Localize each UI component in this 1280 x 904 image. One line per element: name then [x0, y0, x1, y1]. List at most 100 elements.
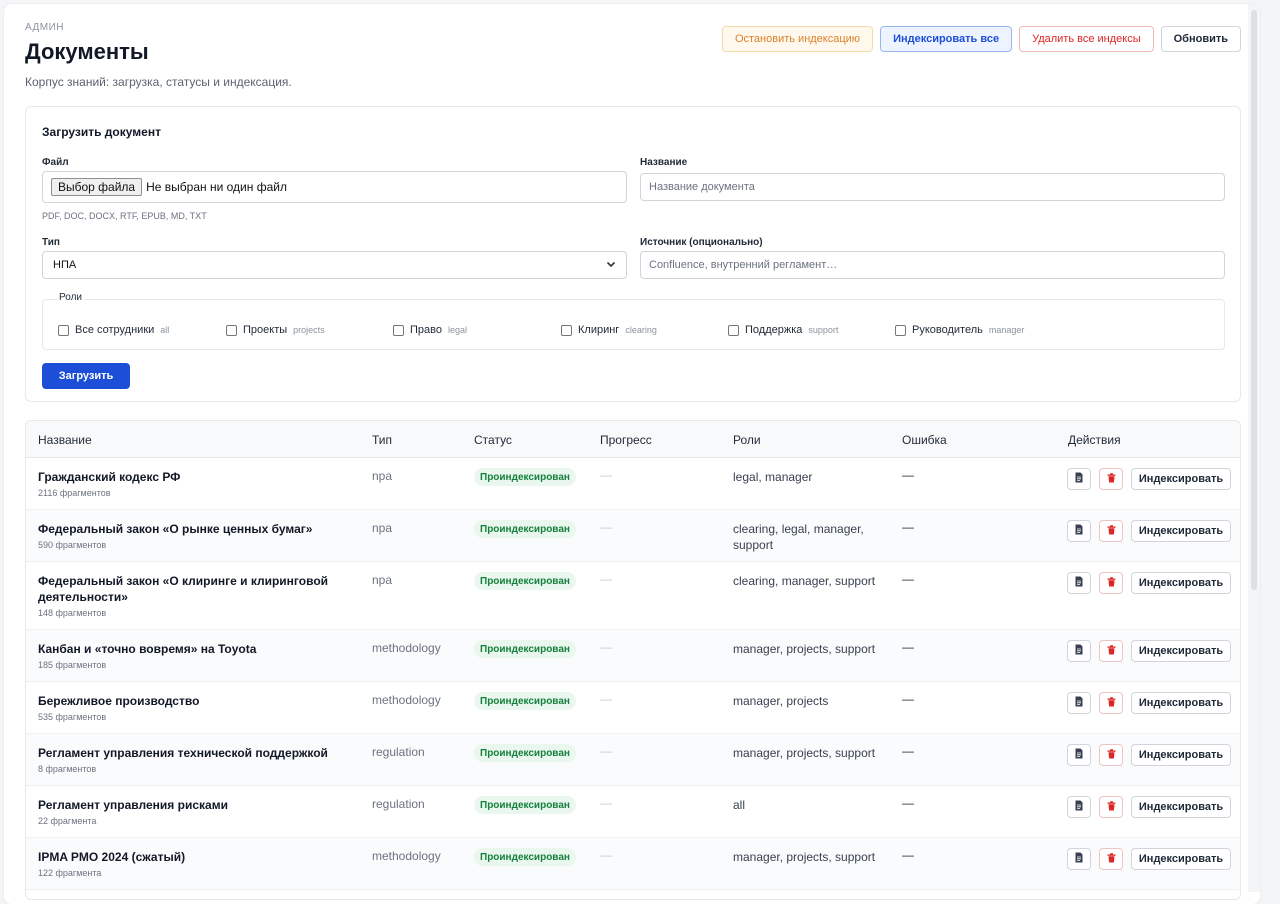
- page-subtitle: Корпус знаний: загрузка, статусы и индек…: [25, 75, 292, 89]
- upload-card-title: Загрузить документ: [42, 125, 161, 139]
- fragment-count: 22 фрагмента: [38, 816, 97, 826]
- role-checkbox-clearing[interactable]: Клиринг clearing: [561, 324, 657, 336]
- view-document-button[interactable]: [1067, 572, 1091, 594]
- progress-value: —: [600, 520, 612, 534]
- trash-icon: [1107, 748, 1116, 762]
- column-header-status[interactable]: Статус: [474, 433, 512, 447]
- document-icon: [1074, 472, 1084, 486]
- checkbox[interactable]: [393, 324, 404, 336]
- error-cell: —: [902, 520, 914, 534]
- index-document-button[interactable]: Индексировать: [1131, 744, 1231, 766]
- delete-all-indexes-button[interactable]: Удалить все индексы: [1019, 26, 1154, 52]
- document-icon: [1074, 748, 1084, 762]
- roles-cell: manager, projects: [733, 694, 829, 708]
- role-code: support: [808, 325, 839, 335]
- role-code: all: [160, 325, 170, 335]
- role-checkbox-all[interactable]: Все сотрудники all: [58, 324, 169, 336]
- document-icon: [1074, 644, 1084, 658]
- refresh-button[interactable]: Обновить: [1160, 26, 1241, 52]
- view-document-button[interactable]: [1067, 796, 1091, 818]
- view-document-button[interactable]: [1067, 640, 1091, 662]
- view-document-button[interactable]: [1067, 848, 1091, 870]
- document-icon: [1074, 696, 1084, 710]
- role-checkbox-support[interactable]: Поддержка support: [728, 324, 838, 336]
- column-header-progress[interactable]: Прогресс: [600, 433, 652, 447]
- file-input[interactable]: Выбор файла Не выбран ни один файл: [42, 171, 627, 203]
- checkbox[interactable]: [58, 324, 69, 336]
- column-header-actions: Действия: [1068, 433, 1121, 447]
- view-document-button[interactable]: [1067, 692, 1091, 714]
- column-header-roles[interactable]: Роли: [733, 433, 761, 447]
- role-checkbox-legal[interactable]: Право legal: [393, 324, 467, 336]
- table-row: Регламент управления технической поддерж…: [26, 734, 1240, 786]
- upload-button[interactable]: Загрузить: [42, 363, 130, 389]
- page-scrollbar[interactable]: [1248, 4, 1260, 892]
- error-cell: —: [902, 468, 914, 482]
- scrollbar-thumb[interactable]: [1251, 10, 1257, 590]
- fragment-count: 148 фрагментов: [38, 608, 107, 618]
- name-input[interactable]: Название документа: [640, 173, 1225, 201]
- status-badge: Проиндексирован: [474, 640, 576, 658]
- column-header-error[interactable]: Ошибка: [902, 433, 947, 447]
- error-cell: —: [902, 848, 914, 862]
- fragment-count: 122 фрагмента: [38, 868, 102, 878]
- roles-cell: clearing, manager, support: [733, 574, 876, 588]
- index-document-button[interactable]: Индексировать: [1131, 640, 1231, 662]
- view-document-button[interactable]: [1067, 744, 1091, 766]
- delete-document-button[interactable]: [1099, 796, 1123, 818]
- error-cell: —: [902, 640, 914, 654]
- source-input[interactable]: Confluence, внутренний регламент…: [640, 251, 1225, 279]
- checkbox[interactable]: [895, 324, 906, 336]
- checkbox[interactable]: [561, 324, 572, 336]
- type-label: Тип: [42, 237, 60, 248]
- index-document-button[interactable]: Индексировать: [1131, 848, 1231, 870]
- document-type: regulation: [372, 745, 425, 759]
- delete-document-button[interactable]: [1099, 692, 1123, 714]
- document-name: IPMA PMO 2024 (сжатый): [38, 850, 186, 864]
- delete-document-button[interactable]: [1099, 572, 1123, 594]
- delete-document-button[interactable]: [1099, 848, 1123, 870]
- status-badge: Проиндексирован: [474, 796, 576, 814]
- view-document-button[interactable]: [1067, 468, 1091, 490]
- fragment-count: 2116 фрагментов: [38, 488, 111, 498]
- roles-cell: all: [733, 798, 746, 812]
- delete-document-button[interactable]: [1099, 520, 1123, 542]
- trash-icon: [1107, 696, 1116, 710]
- role-label: Руководитель: [912, 324, 983, 336]
- delete-document-button[interactable]: [1099, 744, 1123, 766]
- file-status-text: Не выбран ни один файл: [146, 180, 287, 194]
- header-actions: Остановить индексацию Индексировать все …: [721, 26, 1241, 52]
- index-document-button[interactable]: Индексировать: [1131, 572, 1231, 594]
- role-label: Все сотрудники: [75, 324, 155, 336]
- progress-value: —: [600, 640, 612, 654]
- checkbox[interactable]: [728, 324, 739, 336]
- document-icon: [1074, 852, 1084, 866]
- document-name: Регламент управления рисками: [38, 798, 228, 812]
- document-name: Федеральный закон «О рынке ценных бумаг»: [38, 522, 313, 536]
- type-select[interactable]: НПА: [42, 251, 627, 279]
- role-checkbox-manager[interactable]: Руководитель manager: [895, 324, 1024, 336]
- status-badge: Проиндексирован: [474, 744, 576, 762]
- index-document-button[interactable]: Индексировать: [1131, 692, 1231, 714]
- role-label: Поддержка: [745, 324, 803, 336]
- stop-indexing-button[interactable]: Остановить индексацию: [721, 26, 874, 52]
- error-cell: —: [902, 692, 914, 706]
- error-cell: —: [902, 796, 914, 810]
- role-checkbox-projects[interactable]: Проекты projects: [226, 324, 325, 336]
- column-header-type[interactable]: Тип: [372, 433, 392, 447]
- index-all-button[interactable]: Индексировать все: [880, 26, 1013, 52]
- progress-value: —: [600, 796, 612, 810]
- roles-fieldset: Роли Все сотрудники all Проекты projects…: [42, 292, 1225, 350]
- index-document-button[interactable]: Индексировать: [1131, 520, 1231, 542]
- view-document-button[interactable]: [1067, 520, 1091, 542]
- column-header-name[interactable]: Название: [38, 433, 92, 447]
- role-code: manager: [988, 325, 1025, 335]
- delete-document-button[interactable]: [1099, 640, 1123, 662]
- fragment-count: 8 фрагментов: [38, 764, 97, 774]
- error-cell: —: [902, 744, 914, 758]
- index-document-button[interactable]: Индексировать: [1131, 468, 1231, 490]
- choose-file-button[interactable]: Выбор файла: [51, 178, 143, 196]
- checkbox[interactable]: [226, 324, 237, 336]
- index-document-button[interactable]: Индексировать: [1131, 796, 1231, 818]
- delete-document-button[interactable]: [1099, 468, 1123, 490]
